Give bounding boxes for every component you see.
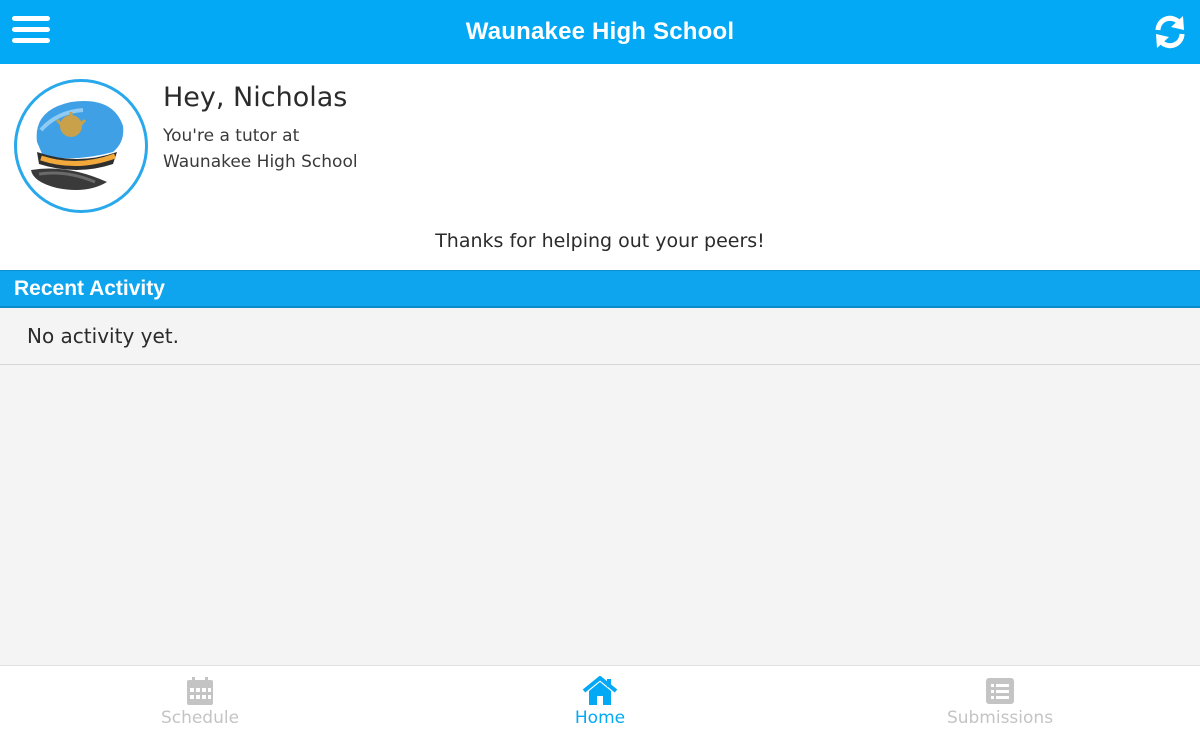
nav-home-label: Home — [574, 708, 626, 728]
bottom-navigation: Schedule Home Submissions — [0, 665, 1200, 740]
role-text: You're a tutor at — [163, 126, 300, 146]
refresh-icon[interactable] — [1152, 14, 1188, 50]
list-icon — [986, 678, 1014, 704]
activity-list: No activity yet. — [0, 308, 1200, 365]
nav-schedule[interactable]: Schedule — [0, 666, 400, 740]
nav-submissions[interactable]: Submissions — [800, 666, 1200, 740]
recent-activity-header: Recent Activity — [0, 270, 1200, 308]
nav-submissions-label: Submissions — [946, 708, 1054, 728]
empty-activity-text: No activity yet. — [27, 324, 179, 348]
recent-activity-title: Recent Activity — [14, 276, 165, 300]
officer-cap-icon — [31, 101, 124, 190]
page-title: Waunakee High School — [465, 18, 735, 45]
calendar-icon — [187, 677, 213, 705]
hamburger-menu-icon[interactable] — [12, 16, 52, 48]
nav-schedule-label: Schedule — [160, 708, 240, 728]
avatar[interactable] — [14, 79, 148, 213]
greeting-text: Hey, Nicholas — [163, 82, 348, 113]
thanks-message: Thanks for helping out your peers! — [435, 230, 765, 252]
nav-home[interactable]: Home — [400, 666, 800, 740]
profile-card: Hey, Nicholas You're a tutor at Waunakee… — [0, 64, 1200, 270]
app-header: Waunakee High School — [0, 0, 1200, 64]
home-icon — [582, 676, 618, 705]
school-text: Waunakee High School — [163, 152, 358, 172]
